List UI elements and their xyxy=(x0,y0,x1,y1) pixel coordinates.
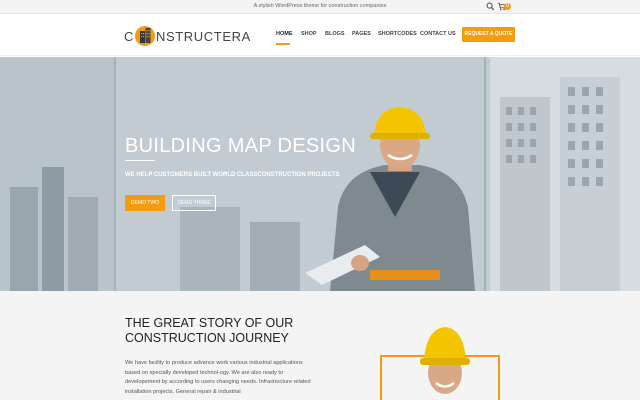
search-icon[interactable] xyxy=(486,2,495,11)
top-bar: A stylish WordPress theme for constructi… xyxy=(0,0,640,14)
demo-three-button[interactable]: DEMO THREE xyxy=(172,195,216,211)
logo-highlight: ERA xyxy=(222,28,251,44)
nav-blogs[interactable]: BLOGS xyxy=(325,31,345,37)
nav-pages[interactable]: PAGES xyxy=(352,31,371,37)
worker-portrait-image xyxy=(420,327,470,394)
hero-banner: BUILDING MAP DESIGN WE HELP CUSTOMERS BU… xyxy=(0,57,640,291)
story-section: THE GREAT STORY OF OUR CONSTRUCTION JOUR… xyxy=(0,291,640,400)
cart-count-badge: 0 xyxy=(504,3,511,10)
nav-active-indicator xyxy=(276,43,290,45)
nav-contact-us[interactable]: CONTACT US xyxy=(420,31,456,37)
demo-two-button[interactable]: DEMO TWO xyxy=(125,195,165,211)
request-quote-button[interactable]: REQUEST A QUOTE xyxy=(462,27,515,42)
story-title: THE GREAT STORY OF OUR CONSTRUCTION JOUR… xyxy=(125,316,294,345)
nav-shortcodes[interactable]: SHORTCODES xyxy=(378,31,417,37)
hero-title: BUILDING MAP DESIGN xyxy=(125,135,356,157)
logo-prefix: C xyxy=(124,28,134,44)
site-tagline: A stylish WordPress theme for constructi… xyxy=(253,3,387,9)
site-header: C NSTRUCT ERA HOME SHOP BLOGS PAGES SHOR… xyxy=(0,14,640,56)
nav-home[interactable]: HOME xyxy=(276,31,293,37)
story-text: We have facility to produce advance work… xyxy=(125,360,311,395)
building-logo-icon xyxy=(135,26,155,46)
nav-shop[interactable]: SHOP xyxy=(301,31,317,37)
hero-subtitle: WE HELP CUSTOMERS BUILT WORLD CLASSCONST… xyxy=(125,172,340,178)
hero-divider xyxy=(125,160,155,161)
logo-main: NSTRUCT xyxy=(156,28,223,44)
site-logo[interactable]: C NSTRUCT ERA xyxy=(124,25,251,47)
